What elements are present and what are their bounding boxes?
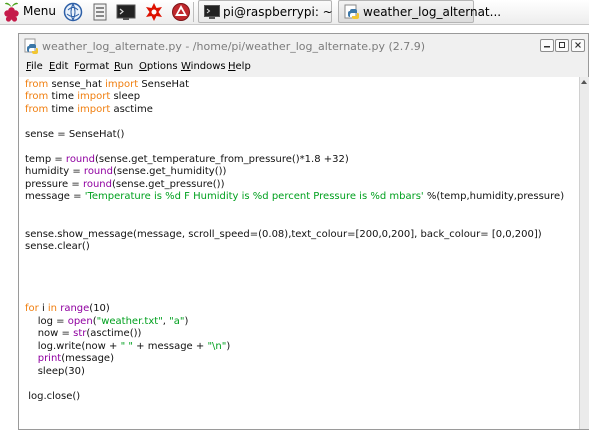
minimize-icon [544,46,550,48]
taskbar-task-terminal[interactable]: pi@raspberrypi: ~ [198,0,333,23]
menu-run[interactable]: Run [114,61,133,72]
menu-file[interactable]: File [26,61,43,72]
close-icon [575,42,581,48]
close-button[interactable] [571,39,585,52]
menu-edit[interactable]: Edit [49,61,68,72]
taskbar-task-label: pi@raspberrypi: ~ [223,5,333,19]
menu-windows[interactable]: Windows [181,61,226,72]
minimize-button[interactable] [540,39,554,52]
python-file-icon [24,38,38,54]
menu-bar: File Edit Format Run Options Windows Hel… [19,58,588,77]
code-text[interactable]: from sense_hat import SenseHat from time… [25,79,564,403]
title-bar[interactable]: weather_log_alternate.py - /home/pi/weat… [19,34,588,58]
mathematica-icon[interactable] [171,2,191,22]
main-menu-label: Menu [23,4,56,18]
wolfram-icon[interactable] [144,2,164,22]
maximize-button[interactable] [555,39,569,52]
taskbar-task-idle[interactable]: weather_log_alternat... [338,0,501,23]
window-title: weather_log_alternate.py - /home/pi/weat… [42,40,426,53]
vertical-scrollbar[interactable] [579,77,589,429]
taskbar-separator [193,2,194,22]
maximize-icon [559,42,565,48]
menu-help[interactable]: Help [228,61,251,72]
file-manager-icon[interactable] [90,2,110,22]
main-menu-button[interactable]: Menu [0,0,56,24]
menu-format[interactable]: Format [74,61,109,72]
terminal-icon [204,5,220,19]
menu-options[interactable]: Options [139,61,178,72]
idle-editor-window: weather_log_alternate.py - /home/pi/weat… [18,33,589,430]
terminal-icon[interactable] [116,2,136,22]
python-idle-icon [344,4,359,19]
raspberry-pi-logo-icon [4,2,19,22]
taskbar-task-label: weather_log_alternat... [363,5,502,19]
scroll-up-arrow-icon[interactable] [580,78,588,86]
taskbar: Menu pi@raspberrypi: ~ weather_log_alter… [0,0,589,25]
code-editor[interactable]: from sense_hat import SenseHat from time… [19,77,579,429]
web-browser-icon[interactable] [63,2,83,22]
